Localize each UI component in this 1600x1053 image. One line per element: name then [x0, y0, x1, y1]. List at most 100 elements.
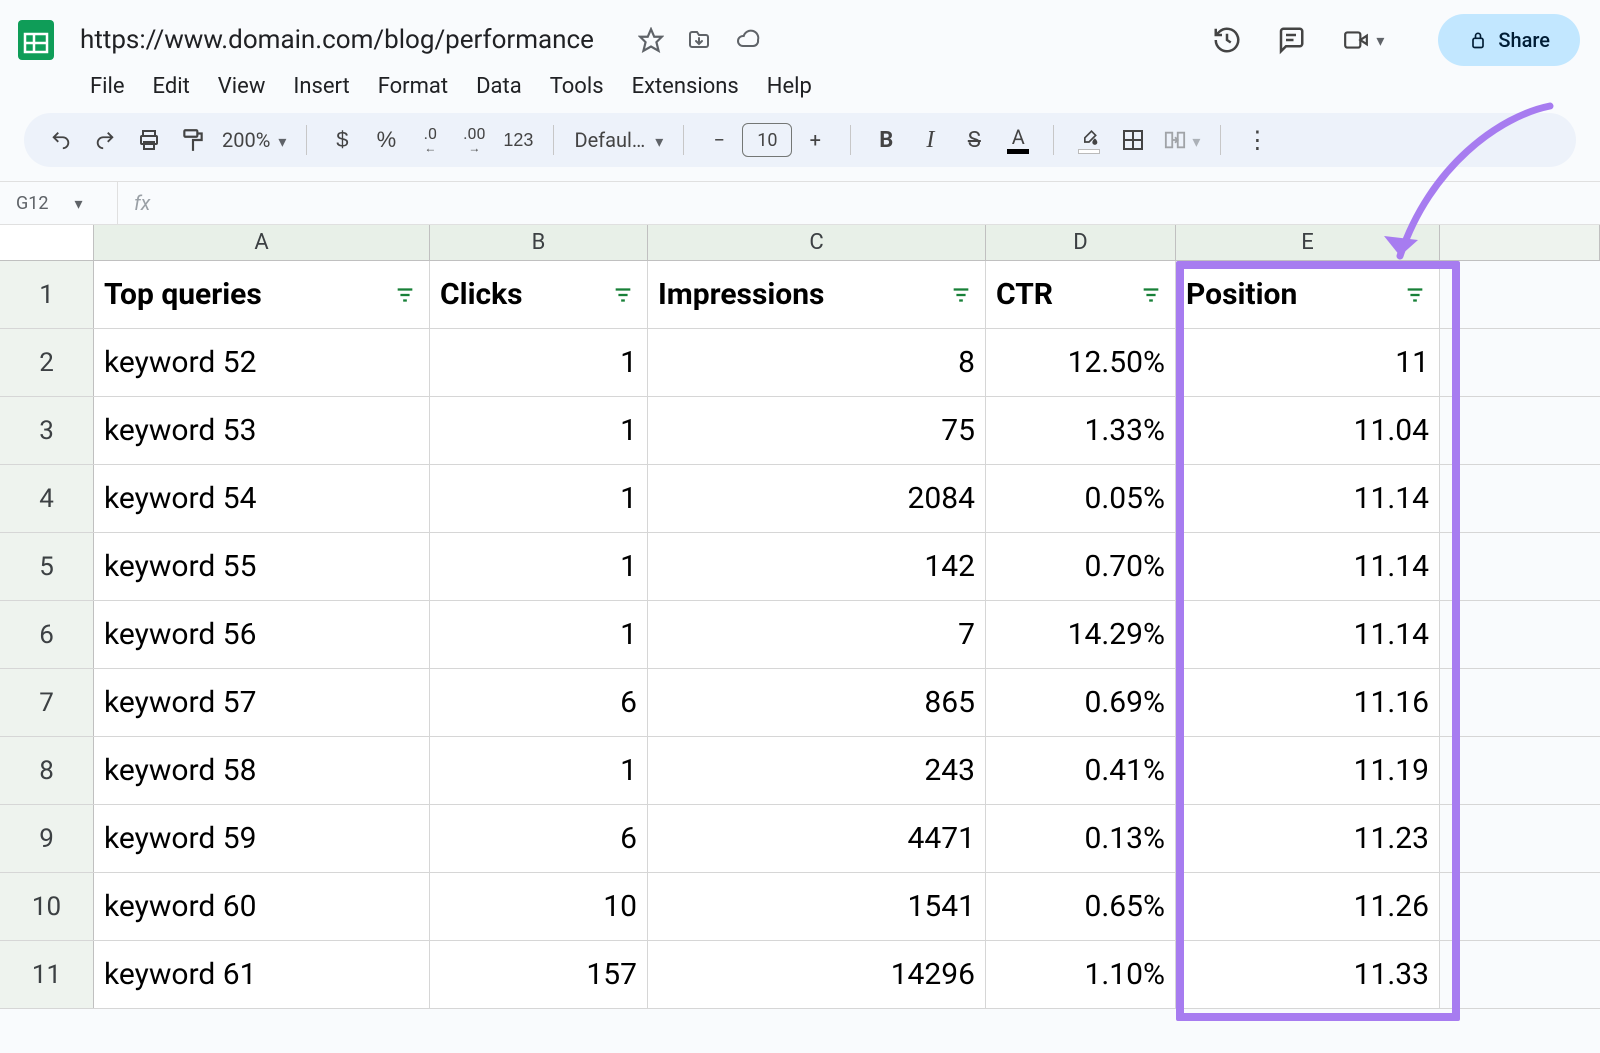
filter-icon[interactable]: [609, 284, 637, 306]
row-header[interactable]: 11: [0, 941, 94, 1008]
row-header[interactable]: 6: [0, 601, 94, 668]
row-header[interactable]: 5: [0, 533, 94, 600]
fill-color-button[interactable]: [1074, 125, 1104, 155]
menu-extensions[interactable]: Extensions: [632, 74, 739, 99]
filter-icon[interactable]: [1401, 284, 1429, 306]
cell[interactable]: 0.13%: [986, 805, 1176, 872]
star-icon[interactable]: [638, 27, 664, 53]
row-header[interactable]: 4: [0, 465, 94, 532]
filter-icon[interactable]: [947, 284, 975, 306]
menu-format[interactable]: Format: [378, 74, 448, 99]
merge-cells-button[interactable]: [1162, 125, 1200, 155]
cell[interactable]: 0.05%: [986, 465, 1176, 532]
cell[interactable]: keyword 55: [94, 533, 430, 600]
col-header-a[interactable]: A: [94, 225, 430, 260]
paint-format-button[interactable]: [178, 125, 208, 155]
zoom-select[interactable]: 200%: [222, 128, 286, 152]
move-icon[interactable]: [686, 28, 712, 52]
row-header[interactable]: 7: [0, 669, 94, 736]
cell[interactable]: 1: [430, 601, 648, 668]
cell[interactable]: 10: [430, 873, 648, 940]
menu-tools[interactable]: Tools: [550, 74, 604, 99]
cell[interactable]: 1: [430, 329, 648, 396]
menu-file[interactable]: File: [90, 74, 125, 99]
cell[interactable]: keyword 52: [94, 329, 430, 396]
cell[interactable]: 142: [648, 533, 986, 600]
cell[interactable]: 6: [430, 805, 648, 872]
row-header[interactable]: 3: [0, 397, 94, 464]
name-box[interactable]: G12: [0, 182, 118, 224]
cell[interactable]: 11.23: [1176, 805, 1440, 872]
col-header-b[interactable]: B: [430, 225, 648, 260]
cell[interactable]: 0.65%: [986, 873, 1176, 940]
row-header[interactable]: 2: [0, 329, 94, 396]
increase-fontsize-button[interactable]: +: [800, 125, 830, 155]
cell[interactable]: 11.14: [1176, 533, 1440, 600]
filter-icon[interactable]: [1137, 284, 1165, 306]
cell[interactable]: 11.14: [1176, 465, 1440, 532]
bold-button[interactable]: B: [871, 125, 901, 155]
cell[interactable]: 1: [430, 737, 648, 804]
borders-button[interactable]: [1118, 125, 1148, 155]
document-title[interactable]: https://www.domain.com/blog/performance: [74, 23, 600, 57]
font-family-select[interactable]: Defaul…: [574, 128, 663, 152]
cell[interactable]: keyword 58: [94, 737, 430, 804]
cell[interactable]: 2084: [648, 465, 986, 532]
cell[interactable]: 0.70%: [986, 533, 1176, 600]
menu-help[interactable]: Help: [767, 74, 812, 99]
cell[interactable]: 11.26: [1176, 873, 1440, 940]
col-header-d[interactable]: D: [986, 225, 1176, 260]
cell[interactable]: 1.33%: [986, 397, 1176, 464]
cell[interactable]: 6: [430, 669, 648, 736]
cloud-status-icon[interactable]: [734, 28, 762, 52]
cell[interactable]: 157: [430, 941, 648, 1008]
format-123-button[interactable]: 123: [503, 125, 533, 155]
cell[interactable]: Top queries: [94, 261, 430, 328]
cell[interactable]: Clicks: [430, 261, 648, 328]
comments-icon[interactable]: [1276, 25, 1306, 55]
cell[interactable]: keyword 54: [94, 465, 430, 532]
cell[interactable]: 11.33: [1176, 941, 1440, 1008]
filter-icon[interactable]: [391, 284, 419, 306]
row-header[interactable]: 10: [0, 873, 94, 940]
meet-icon[interactable]: [1340, 27, 1384, 53]
cell[interactable]: 1.10%: [986, 941, 1176, 1008]
cell[interactable]: 4471: [648, 805, 986, 872]
cell[interactable]: 1541: [648, 873, 986, 940]
print-button[interactable]: [134, 125, 164, 155]
cell[interactable]: 11.19: [1176, 737, 1440, 804]
cell[interactable]: 8: [648, 329, 986, 396]
cell[interactable]: keyword 59: [94, 805, 430, 872]
cell[interactable]: keyword 56: [94, 601, 430, 668]
cell[interactable]: 11.14: [1176, 601, 1440, 668]
cell[interactable]: keyword 60: [94, 873, 430, 940]
undo-button[interactable]: [46, 125, 76, 155]
cell[interactable]: 0.41%: [986, 737, 1176, 804]
cell[interactable]: 11: [1176, 329, 1440, 396]
menu-data[interactable]: Data: [476, 74, 522, 99]
percent-button[interactable]: %: [371, 125, 401, 155]
col-header-e[interactable]: E: [1176, 225, 1440, 260]
fontsize-input[interactable]: 10: [742, 123, 792, 157]
cell[interactable]: 865: [648, 669, 986, 736]
cell[interactable]: keyword 57: [94, 669, 430, 736]
history-icon[interactable]: [1212, 25, 1242, 55]
text-color-button[interactable]: A: [1003, 125, 1033, 155]
italic-button[interactable]: I: [915, 125, 945, 155]
col-header-f[interactable]: [1440, 225, 1600, 260]
cell[interactable]: 14296: [648, 941, 986, 1008]
cell[interactable]: 11.16: [1176, 669, 1440, 736]
decrease-decimal-button[interactable]: .0←: [415, 125, 445, 155]
row-header[interactable]: 8: [0, 737, 94, 804]
menu-insert[interactable]: Insert: [293, 74, 349, 99]
menu-edit[interactable]: Edit: [153, 74, 190, 99]
row-header[interactable]: 1: [0, 261, 94, 328]
cell[interactable]: Position: [1176, 261, 1440, 328]
select-all-corner[interactable]: [0, 225, 94, 260]
increase-decimal-button[interactable]: .00→: [459, 125, 489, 155]
cell[interactable]: keyword 61: [94, 941, 430, 1008]
cell[interactable]: 1: [430, 533, 648, 600]
row-header[interactable]: 9: [0, 805, 94, 872]
redo-button[interactable]: [90, 125, 120, 155]
cell[interactable]: 11.04: [1176, 397, 1440, 464]
